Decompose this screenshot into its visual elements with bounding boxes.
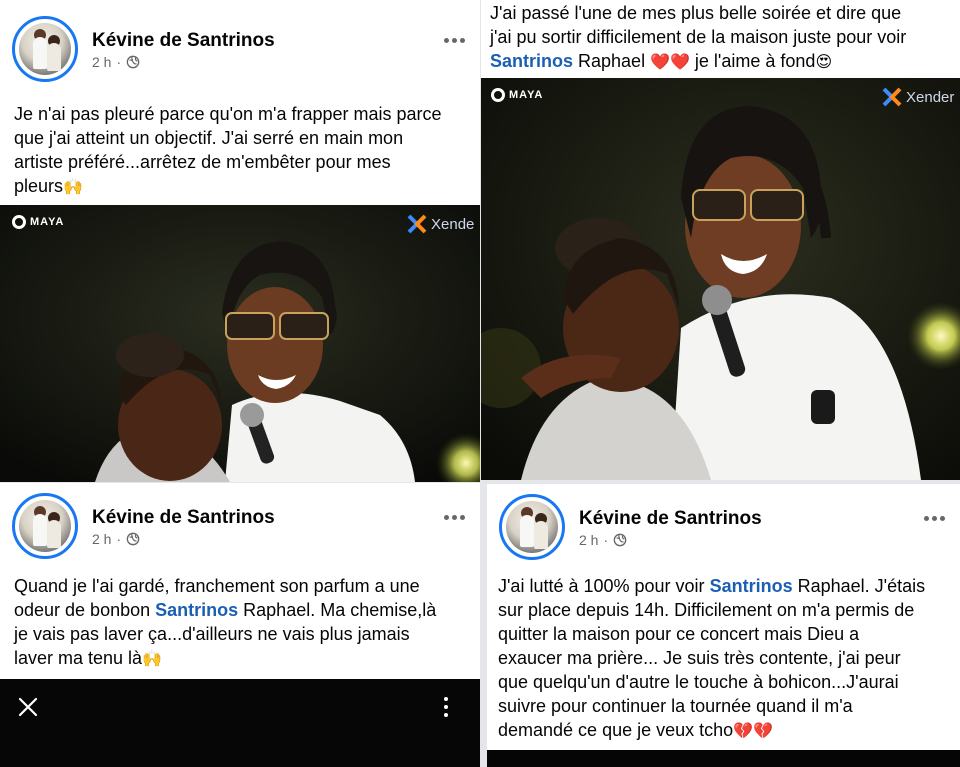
post-time[interactable]: 2 h	[579, 532, 598, 548]
close-icon[interactable]	[16, 695, 40, 719]
xender-watermark-text: Xender	[906, 88, 955, 106]
post-text-line: laver ma tenu là🙌	[14, 646, 476, 671]
meta-separator: ·	[116, 531, 122, 547]
post-text-line: quitter la maison pour ce concert mais D…	[498, 624, 860, 644]
mention-link[interactable]: Santrinos	[490, 51, 573, 71]
post-text-line: odeur de bonbon Santrinos Raphael. Ma ch…	[14, 598, 476, 622]
more-horizontal-icon[interactable]	[442, 34, 466, 46]
author-name[interactable]: Kévine de Santrinos	[92, 30, 275, 52]
raised-hands-emoji: 🙌	[63, 177, 83, 196]
maya-watermark: MAYA	[491, 88, 543, 102]
post-card-bottom-right: Kévine de Santrinos 2 h · J'ai lutté à 1…	[487, 484, 960, 767]
avatar-photo	[19, 23, 71, 75]
raised-hands-emoji: 🙌	[142, 649, 162, 668]
xender-watermark: Xende	[406, 213, 474, 235]
post-photo[interactable]: MAYA Xender	[481, 78, 960, 480]
maya-watermark-text: MAYA	[509, 89, 544, 101]
post-text-line: Quand je l'ai gardé, franchement son par…	[14, 576, 420, 596]
post-text: Je n'ai pas pleuré parce qu'on m'a frapp…	[14, 102, 476, 199]
media-viewer-bar	[0, 679, 480, 767]
post-text-line: exaucer ma prière... Je suis très conten…	[498, 648, 901, 668]
post-text-fragment: pleurs	[14, 176, 64, 196]
xender-watermark: Xender	[881, 86, 954, 108]
post-text-fragment: demandé ce que je veux tcho	[498, 720, 734, 740]
post-time[interactable]: 2 h	[92, 54, 111, 70]
post-text-fragment: J'ai lutté à 100% pour voir	[498, 576, 710, 596]
post-time[interactable]: 2 h	[92, 531, 111, 547]
post-text-fragment: Raphael	[573, 51, 651, 71]
post-text-line: artiste préféré...arrêtez de m'embêter p…	[14, 152, 391, 172]
concert-photo-scene	[481, 78, 960, 480]
post-text: Quand je l'ai gardé, franchement son par…	[14, 574, 476, 671]
post-meta: 2 h ·	[579, 532, 627, 548]
post-text-fragment: Raphael. Ma chemise,là	[238, 600, 437, 620]
maya-logo-icon	[491, 88, 505, 102]
post-text-line: Santrinos Raphael ❤️❤️ je l'aime à fond😍	[490, 49, 958, 74]
more-horizontal-icon[interactable]	[922, 512, 946, 524]
xender-logo-icon	[882, 87, 902, 107]
post-text-line: je vais pas laver ça...d'ailleurs ne vai…	[14, 624, 410, 644]
concert-photo-scene	[0, 205, 480, 482]
maya-watermark: MAYA	[12, 215, 64, 229]
post-text-line: J'ai lutté à 100% pour voir Santrinos Ra…	[498, 574, 956, 598]
post-text-fragment: laver ma tenu là	[14, 648, 143, 668]
post-text-fragment: je l'aime à fond	[689, 51, 816, 71]
xender-logo-icon	[407, 214, 427, 234]
avatar-photo	[19, 500, 71, 552]
xender-watermark-text: Xende	[431, 215, 475, 233]
post-text-line: demandé ce que je veux tcho💔💔	[498, 718, 956, 743]
post-text: J'ai lutté à 100% pour voir Santrinos Ra…	[498, 574, 956, 743]
post-text-fragment: odeur de bonbon	[14, 600, 156, 620]
broken-heart-emoji: 💔💔	[733, 721, 774, 740]
more-vertical-icon[interactable]	[441, 697, 451, 717]
post-meta: 2 h ·	[92, 531, 140, 547]
post-text-fragment: Raphael. J'étais	[792, 576, 926, 596]
more-horizontal-icon[interactable]	[442, 511, 466, 523]
post-card-top-right: J'ai passé l'une de mes plus belle soiré…	[481, 0, 960, 480]
maya-logo-icon	[12, 215, 26, 229]
post-text-line: pleurs🙌	[14, 174, 476, 199]
maya-watermark-text: MAYA	[30, 216, 65, 228]
post-text: J'ai passé l'une de mes plus belle soiré…	[490, 1, 958, 74]
post-header: Kévine de Santrinos 2 h ·	[12, 10, 470, 82]
avatar[interactable]	[12, 16, 78, 82]
post-text-line: sur place depuis 14h. Difficilement on m…	[498, 600, 915, 620]
post-text-line: Je n'ai pas pleuré parce qu'on m'a frapp…	[14, 104, 442, 124]
post-card-bottom-left: Kévine de Santrinos 2 h · Quand je l'ai …	[0, 483, 480, 767]
post-card-top-left: Kévine de Santrinos 2 h · Je n'ai pas pl…	[0, 0, 480, 482]
mention-link[interactable]: Santrinos	[710, 576, 793, 596]
heart-eyes-emoji: 😍	[815, 52, 833, 71]
mention-link[interactable]: Santrinos	[155, 600, 238, 620]
post-photo[interactable]: MAYA Xende	[0, 205, 480, 482]
globe-icon	[126, 532, 140, 546]
post-text-line: J'ai passé l'une de mes plus belle soiré…	[490, 3, 902, 23]
meta-separator: ·	[116, 54, 122, 70]
globe-icon	[126, 55, 140, 69]
hearts-emoji: ❤️❤️	[650, 52, 690, 71]
post-text-line: j'ai pu sortir difficilement de la maiso…	[490, 27, 907, 47]
meta-separator: ·	[603, 532, 609, 548]
photo-edge	[487, 750, 960, 767]
avatar[interactable]	[12, 493, 78, 559]
author-name[interactable]: Kévine de Santrinos	[579, 508, 762, 530]
avatar[interactable]	[499, 494, 565, 560]
avatar-photo	[506, 501, 558, 553]
post-text-line: que quelqu'un d'autre le touche à bohico…	[498, 672, 899, 692]
post-meta: 2 h ·	[92, 54, 140, 70]
post-header: Kévine de Santrinos 2 h ·	[12, 487, 470, 559]
post-text-line: suivre pour continuer la tournée quand i…	[498, 696, 853, 716]
post-text-line: que j'ai atteint un objectif. J'ai serré…	[14, 128, 404, 148]
author-name[interactable]: Kévine de Santrinos	[92, 507, 275, 529]
post-header: Kévine de Santrinos 2 h ·	[499, 488, 950, 560]
globe-icon	[613, 533, 627, 547]
